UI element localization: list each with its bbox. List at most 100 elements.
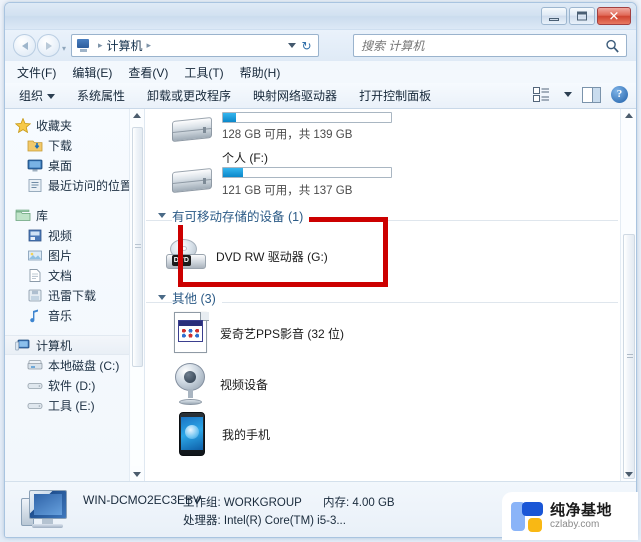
change-view-icon[interactable] xyxy=(533,86,550,103)
sidebar-scrollbar[interactable] xyxy=(129,109,144,481)
list-item-drive-partial[interactable]: 128 GB 可用，共 139 GB xyxy=(146,109,636,143)
sidebar-item-downloads[interactable]: 下载 xyxy=(5,135,144,155)
status-memory-value: 4.00 GB xyxy=(352,497,395,509)
pps-label: 爱奇艺PPS影音 (32 位) xyxy=(220,326,345,341)
group-header-other[interactable]: 其他 (3) xyxy=(146,287,636,307)
chevron-down-icon xyxy=(47,94,56,100)
watermark-logo-icon xyxy=(511,500,544,533)
status-processor: 处理器: Intel(R) Core(TM) i5-3... xyxy=(183,512,346,528)
organize-label: 组织 xyxy=(19,89,44,103)
close-button[interactable]: ✕ xyxy=(597,7,631,25)
dvd-drive-label: DVD RW 驱动器 (G:) xyxy=(216,249,328,264)
content-scrollbar[interactable] xyxy=(620,109,636,481)
title-bar[interactable]: ✕ xyxy=(5,3,636,30)
sidebar-item-local-disk-c[interactable]: 本地磁盘 (C:) xyxy=(5,355,144,375)
collapse-triangle-icon-other[interactable] xyxy=(158,294,166,300)
open-control-panel-button[interactable]: 打开控制面板 xyxy=(359,87,431,104)
computer-sidebar-icon xyxy=(15,338,31,353)
refresh-icon[interactable]: ↻ xyxy=(298,38,315,55)
system-properties-button[interactable]: 系统属性 xyxy=(77,87,125,104)
list-item-dvd-drive[interactable]: DVD DVD RW 驱动器 (G:) xyxy=(146,225,636,287)
search-box[interactable] xyxy=(353,34,627,57)
content-scroll-down-icon[interactable] xyxy=(625,472,633,477)
sidebar-label-software-d: 软件 (D:) xyxy=(48,378,96,393)
list-item-drive-f[interactable]: 个人 (F:) 121 GB 可用，共 137 GB xyxy=(146,143,636,203)
content-scroll-up-icon[interactable] xyxy=(625,113,633,118)
thunder-download-icon xyxy=(27,288,43,303)
sidebar-item-pictures[interactable]: 图片 xyxy=(5,245,144,265)
sidebar-scroll-thumb[interactable] xyxy=(132,127,143,367)
organize-button[interactable]: 组织 xyxy=(19,87,56,104)
sidebar-label-videos: 视频 xyxy=(48,228,73,243)
maximize-button[interactable] xyxy=(569,7,595,25)
sidebar-item-documents[interactable]: 文档 xyxy=(5,265,144,285)
explorer-body: 收藏夹 下载 桌面 最近访问的位置 库 视频 图片 文档 迅雷下载 音乐 计算机… xyxy=(5,109,636,481)
sidebar-item-tools-e[interactable]: 工具 (E:) xyxy=(5,395,144,415)
watermark-text: 纯净基地 czlaby.com xyxy=(550,502,612,531)
sidebar-item-recent-places[interactable]: 最近访问的位置 xyxy=(5,175,144,195)
uninstall-change-program-button[interactable]: 卸载或更改程序 xyxy=(147,87,231,104)
library-icon xyxy=(15,208,31,223)
toolbar-right-group: ? xyxy=(533,86,628,103)
breadcrumb-dropdown-icon[interactable] xyxy=(288,43,296,48)
sidebar-label-favorites: 收藏夹 xyxy=(36,118,73,133)
breadcrumb-computer[interactable]: 计算机 xyxy=(107,37,143,54)
watermark-domain: czlaby.com xyxy=(550,518,600,530)
map-network-drive-button[interactable]: 映射网络驱动器 xyxy=(253,87,337,104)
dvd-drive-icon: DVD xyxy=(164,238,208,274)
sidebar-item-thunder-download[interactable]: 迅雷下载 xyxy=(5,285,144,305)
search-input[interactable] xyxy=(361,38,591,53)
content-pane: 128 GB 可用，共 139 GB 个人 (F:) 121 GB 可用，共 1… xyxy=(146,109,636,481)
recent-pages-dropdown[interactable]: ▾ xyxy=(62,44,66,53)
list-item-video-device[interactable]: 视频设备 xyxy=(146,359,636,409)
computer-status-icon xyxy=(21,490,73,532)
menu-tools[interactable]: 工具(T) xyxy=(184,64,223,81)
explorer-window: ✕ ▾ ▸ 计算机 ▸ ↻ 搜索 计算机 文件(F) 编辑(E) 查看(V) 工… xyxy=(4,2,637,538)
status-workgroup-label: 工作组: xyxy=(183,497,221,509)
forward-arrow-icon xyxy=(45,41,52,50)
sidebar-label-music: 音乐 xyxy=(48,308,73,323)
sidebar-item-desktop[interactable]: 桌面 xyxy=(5,155,144,175)
collapse-triangle-icon-removable[interactable] xyxy=(158,212,166,218)
status-workgroup: 工作组: WORKGROUP xyxy=(183,494,302,510)
preview-pane-icon[interactable] xyxy=(582,86,601,103)
sidebar-group-favorites[interactable]: 收藏夹 xyxy=(5,115,144,135)
sidebar-item-music[interactable]: 音乐 xyxy=(5,305,144,325)
sidebar-label-libraries: 库 xyxy=(36,208,49,223)
drive-usage-bar-f xyxy=(222,166,392,178)
view-dropdown-icon[interactable] xyxy=(564,92,572,97)
menu-view[interactable]: 查看(V) xyxy=(128,64,168,81)
sidebar-item-videos[interactable]: 视频 xyxy=(5,225,144,245)
sidebar-group-libraries[interactable]: 库 xyxy=(5,205,144,225)
sidebar-label-local-disk-c: 本地磁盘 (C:) xyxy=(48,358,120,373)
menu-file[interactable]: 文件(F) xyxy=(17,64,56,81)
webcam-icon xyxy=(172,363,210,405)
sidebar-scroll-down-icon[interactable] xyxy=(133,472,141,477)
breadcrumb-separator-2[interactable]: ▸ xyxy=(147,40,152,51)
group-header-removable[interactable]: 有可移动存储的设备 (1) xyxy=(146,205,636,225)
sidebar-item-software-d[interactable]: 软件 (D:) xyxy=(5,375,144,395)
sidebar-scroll-up-icon[interactable] xyxy=(133,113,141,118)
list-item-my-phone[interactable]: 我的手机 xyxy=(146,409,636,459)
sidebar-label-desktop: 桌面 xyxy=(48,158,73,173)
maximize-icon xyxy=(577,11,587,21)
music-note-icon xyxy=(27,308,43,323)
sidebar-label-computer: 计算机 xyxy=(36,338,73,353)
minimize-button[interactable] xyxy=(541,7,567,25)
back-button[interactable] xyxy=(13,34,36,57)
sidebar-label-documents: 文档 xyxy=(48,268,73,283)
sidebar-label-recent-places: 最近访问的位置 xyxy=(48,178,133,193)
help-icon[interactable]: ? xyxy=(611,86,628,103)
breadcrumb-bar[interactable]: ▸ 计算机 ▸ ↻ xyxy=(71,34,319,57)
content-scroll-thumb[interactable] xyxy=(623,234,635,479)
forward-button[interactable] xyxy=(37,34,60,57)
menu-edit[interactable]: 编辑(E) xyxy=(72,64,112,81)
drive-usage-bar-partial xyxy=(222,112,392,123)
list-item-pps[interactable]: 爱奇艺PPS影音 (32 位) xyxy=(146,307,636,359)
navigation-buttons xyxy=(13,34,60,57)
menu-help[interactable]: 帮助(H) xyxy=(240,64,281,81)
sidebar-item-computer[interactable]: 计算机 xyxy=(5,335,144,355)
watermark: 纯净基地 czlaby.com xyxy=(502,492,638,540)
